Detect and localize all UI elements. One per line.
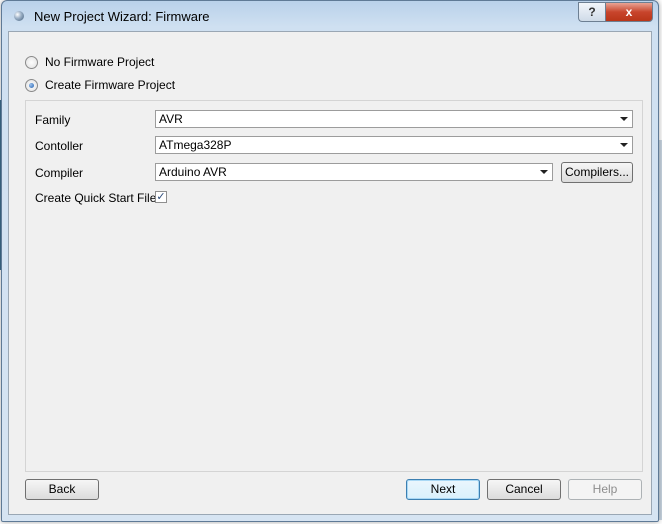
controller-value: ATmega328P: [159, 138, 232, 152]
family-label: Family: [35, 113, 71, 127]
wizard-dialog: New Project Wizard: Firmware ? x No Firm…: [1, 0, 659, 522]
close-button[interactable]: x: [605, 2, 653, 22]
create-firmware-label: Create Firmware Project: [45, 78, 176, 92]
firmware-settings-panel: Family AVR Contoller ATmega328P Compiler…: [25, 100, 643, 472]
help-title-button[interactable]: ?: [578, 2, 605, 22]
chevron-down-icon: [540, 170, 548, 174]
app-icon: [14, 11, 24, 21]
create-firmware-option[interactable]: Create Firmware Project: [25, 78, 175, 92]
family-dropdown[interactable]: AVR: [155, 110, 633, 128]
no-firmware-option[interactable]: No Firmware Project: [25, 55, 154, 69]
chevron-down-icon: [620, 143, 628, 147]
quick-start-checkbox[interactable]: ✓: [155, 191, 167, 203]
compiler-dropdown[interactable]: Arduino AVR: [155, 163, 553, 181]
title-bar[interactable]: New Project Wizard: Firmware ? x: [2, 1, 658, 31]
radio-no-firmware[interactable]: [25, 55, 38, 69]
back-button[interactable]: Back: [25, 479, 99, 500]
window-title: New Project Wizard: Firmware: [34, 9, 210, 24]
no-firmware-label: No Firmware Project: [45, 55, 155, 69]
compiler-value: Arduino AVR: [159, 165, 227, 179]
family-value: AVR: [159, 112, 183, 126]
cancel-button[interactable]: Cancel: [487, 479, 561, 500]
checkmark-icon: ✓: [156, 191, 166, 203]
dialog-client-area: No Firmware Project Create Firmware Proj…: [8, 31, 652, 515]
compiler-label: Compiler: [35, 166, 84, 180]
next-button[interactable]: Next: [406, 479, 480, 500]
controller-dropdown[interactable]: ATmega328P: [155, 136, 633, 154]
chevron-down-icon: [620, 117, 628, 121]
radio-create-firmware[interactable]: [25, 78, 38, 92]
help-button[interactable]: Help: [568, 479, 642, 500]
compilers-button[interactable]: Compilers...: [561, 162, 633, 183]
controller-label: Contoller: [35, 139, 84, 153]
quick-start-label: Create Quick Start Files: [35, 191, 163, 205]
